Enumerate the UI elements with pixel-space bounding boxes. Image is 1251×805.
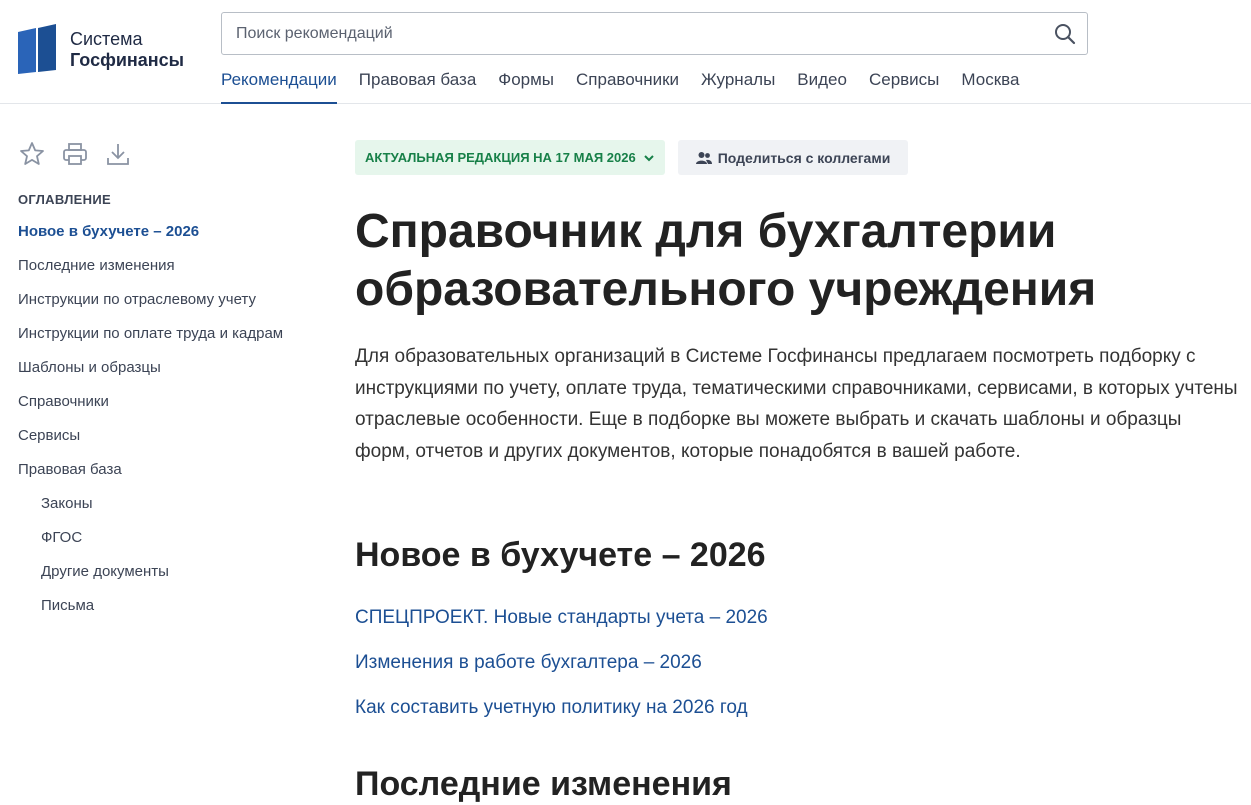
toc-item-latest-changes[interactable]: Последние изменения [18, 255, 308, 277]
edition-badge[interactable]: АКТУАЛЬНАЯ РЕДАКЦИЯ НА 17 МАЯ 2026 [355, 140, 665, 175]
toc-item-payroll-hr[interactable]: Инструкции по оплате труда и кадрам [18, 323, 308, 345]
header: Система Госфинансы Рекомендации Правовая… [0, 0, 1251, 104]
nav-item-recommendations[interactable]: Рекомендации [221, 68, 337, 104]
page-title: Справочник для бухгалтерии образовательн… [355, 205, 1097, 316]
nav-item-services[interactable]: Сервисы [869, 68, 939, 104]
nav-item-forms[interactable]: Формы [498, 68, 554, 104]
link-special-project[interactable]: СПЕЦПРОЕКТ. Новые стандарты учета – 2026 [355, 605, 1240, 630]
main-nav: Рекомендации Правовая база Формы Справоч… [221, 68, 1041, 104]
share-button[interactable]: Поделиться с коллегами [677, 140, 909, 175]
link-accountant-changes[interactable]: Изменения в работе бухгалтера – 2026 [355, 650, 1240, 675]
toc-item-templates[interactable]: Шаблоны и образцы [18, 357, 308, 379]
people-icon [695, 151, 712, 165]
toc-item-letters[interactable]: Письма [18, 595, 308, 617]
toc-item-services[interactable]: Сервисы [18, 425, 308, 447]
main-content: АКТУАЛЬНАЯ РЕДАКЦИЯ НА 17 МАЯ 2026 Подел… [355, 140, 1240, 804]
toc-item-new-accounting[interactable]: Новое в бухучете – 2026 [18, 221, 308, 243]
toc-title: ОГЛАВЛЕНИЕ [18, 192, 111, 207]
nav-item-moscow[interactable]: Москва [961, 68, 1019, 104]
toc-item-laws[interactable]: Законы [18, 493, 308, 515]
sidebar: ОГЛАВЛЕНИЕ Новое в бухучете – 2026 После… [18, 138, 308, 629]
intro-text: Для образовательных организаций в Систем… [355, 346, 1238, 462]
toc-item-reference[interactable]: Справочники [18, 391, 308, 413]
toc-item-other-docs[interactable]: Другие документы [18, 561, 308, 583]
toc-item-fgos[interactable]: ФГОС [18, 527, 308, 549]
star-icon[interactable] [18, 140, 46, 168]
logo[interactable]: Система Госфинансы [18, 24, 184, 76]
download-icon[interactable] [104, 140, 132, 168]
section-links: СПЕЦПРОЕКТ. Новые стандарты учета – 2026… [355, 605, 1240, 720]
nav-item-journals[interactable]: Журналы [701, 68, 775, 104]
section-heading-latest-changes: Последние изменения [355, 765, 732, 803]
edition-label: АКТУАЛЬНАЯ РЕДАКЦИЯ НА 17 МАЯ 2026 [365, 150, 636, 165]
nav-item-reference[interactable]: Справочники [576, 68, 679, 104]
toc-list: Новое в бухучете – 2026 Последние измене… [18, 221, 308, 617]
book-logo-icon [18, 24, 60, 76]
logo-line1: Система [70, 29, 143, 49]
search-icon[interactable] [1053, 22, 1077, 46]
toc-item-legal-base[interactable]: Правовая база [18, 459, 308, 481]
logo-line2: Госфинансы [70, 50, 185, 70]
chevron-down-icon [643, 152, 655, 164]
search-box [221, 12, 1088, 55]
print-icon[interactable] [61, 140, 89, 168]
section-heading-new-accounting: Новое в бухучете – 2026 [355, 536, 766, 574]
search-input[interactable] [222, 13, 1022, 54]
share-label: Поделиться с коллегами [717, 149, 891, 166]
nav-item-video[interactable]: Видео [797, 68, 847, 104]
toolbar [18, 138, 308, 170]
toc-item-industry-accounting[interactable]: Инструкции по отраслевому учету [18, 289, 308, 311]
nav-item-legal-base[interactable]: Правовая база [359, 68, 477, 104]
link-accounting-policy[interactable]: Как составить учетную политику на 2026 г… [355, 695, 1240, 720]
